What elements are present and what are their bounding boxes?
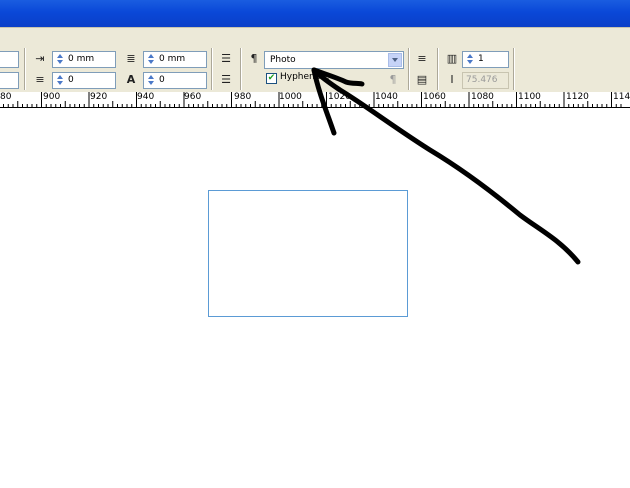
arrow-shaft xyxy=(311,67,581,265)
arrow-strokes xyxy=(311,67,581,265)
hand-drawn-arrow-annotation xyxy=(311,67,581,265)
